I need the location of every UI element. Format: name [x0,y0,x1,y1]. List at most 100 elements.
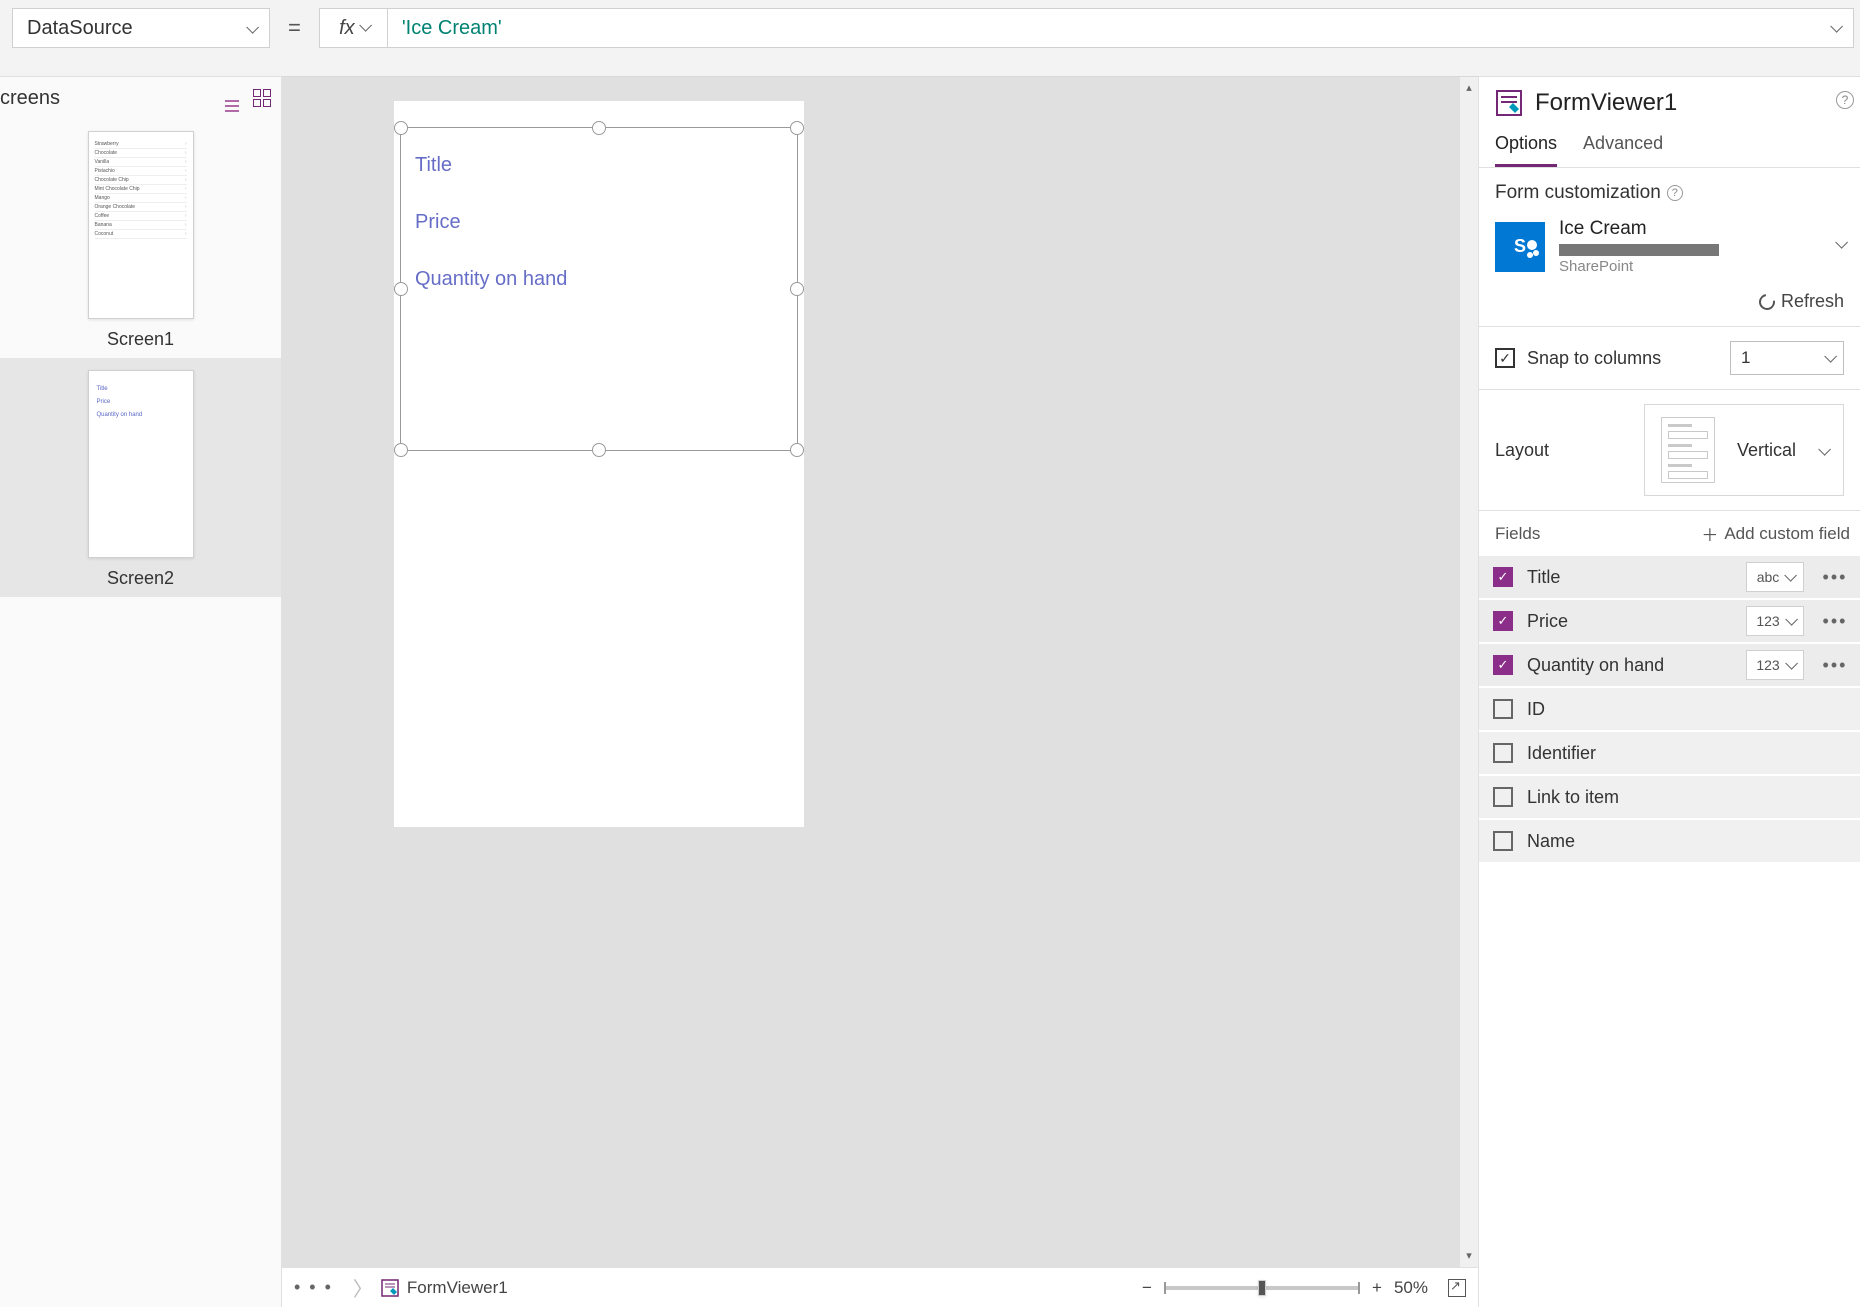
chevron-down-icon [246,17,255,40]
columns-select[interactable]: 1 [1730,341,1844,375]
zoom-out-button[interactable]: − [1138,1278,1156,1298]
chevron-down-icon [359,21,368,35]
chevron-down-icon [1835,236,1844,254]
form-icon [381,1279,399,1297]
field-row-price[interactable]: ✓ Price 123 ••• [1479,600,1860,644]
formula-text: 'Ice Cream' [402,17,502,40]
tab-options[interactable]: Options [1495,125,1557,167]
layout-label: Layout [1495,440,1549,461]
property-select[interactable]: DataSource [12,8,270,48]
screen1-label: Screen1 [0,329,281,350]
form-icon [1495,89,1523,117]
field-row-link[interactable]: Link to item [1479,776,1860,820]
properties-panel: FormViewer1 ? Options Advanced Form cust… [1478,76,1860,1307]
formviewer-selection[interactable]: Title Price Quantity on hand [400,127,798,451]
zoom-value: 50% [1394,1278,1428,1298]
screens-header: creens [0,77,281,119]
field-row-quantity[interactable]: ✓ Quantity on hand 123 ••• [1479,644,1860,688]
more-icon[interactable]: ••• [1818,655,1852,676]
fx-label: fx [339,17,355,40]
snap-label: Snap to columns [1527,348,1661,369]
scroll-up-icon[interactable]: ▴ [1460,77,1478,99]
formula-input[interactable]: 'Ice Cream' [387,8,1854,48]
breadcrumb-sep: 〉 [353,1273,373,1302]
datasource-name: Ice Cream [1559,218,1719,240]
field-checkbox[interactable] [1493,699,1513,719]
layout-picker[interactable]: Vertical [1644,404,1844,496]
field-checkbox[interactable] [1493,831,1513,851]
field-checkbox[interactable]: ✓ [1493,611,1513,631]
screen-thumb-screen2[interactable]: Title Price Quantity on hand Screen2 [0,358,281,597]
field-row-name[interactable]: Name [1479,820,1860,864]
tab-advanced[interactable]: Advanced [1583,125,1663,167]
field-checkbox[interactable]: ✓ [1493,655,1513,675]
datasource-account [1559,244,1719,256]
resize-handle[interactable] [790,443,804,457]
field-row-id[interactable]: ID [1479,688,1860,732]
snap-checkbox[interactable]: ✓ [1495,348,1515,368]
screen2-thumbnail: Title Price Quantity on hand [88,370,194,558]
more-icon[interactable]: • • • [294,1277,333,1298]
chevron-down-icon [1830,20,1839,36]
resize-handle[interactable] [790,121,804,135]
breadcrumb-selected[interactable]: FormViewer1 [407,1278,508,1298]
control-name: FormViewer1 [1535,89,1677,117]
plus-icon: ＋ [1701,521,1718,546]
field-checkbox[interactable]: ✓ [1493,567,1513,587]
field-type-select[interactable]: abc [1746,562,1804,592]
chevron-down-icon [1818,440,1827,461]
layout-section: Layout Vertical [1479,390,1860,511]
status-bar: • • • 〉 FormViewer1 − + 50% [282,1267,1478,1307]
screen-thumb-screen1[interactable]: Strawberry› Chocolate› Vanilla› Pistachi… [0,119,281,358]
scroll-down-icon[interactable]: ▾ [1460,1245,1478,1267]
chevron-down-icon [1785,613,1794,629]
datasource-info: Ice Cream SharePoint [1559,218,1719,275]
property-select-value: DataSource [27,17,133,40]
selected-control-title: FormViewer1 ? [1479,77,1860,125]
resize-handle[interactable] [394,443,408,457]
thumbnail-view-icon[interactable] [253,89,271,107]
resize-handle[interactable] [790,282,804,296]
add-custom-field-button[interactable]: ＋ Add custom field [1701,521,1850,546]
more-icon[interactable]: ••• [1818,611,1852,632]
field-type-select[interactable]: 123 [1746,650,1804,680]
tree-view-icon[interactable] [225,89,243,107]
layout-value: Vertical [1737,440,1796,461]
resize-handle[interactable] [394,282,408,296]
resize-handle[interactable] [394,121,408,135]
zoom-in-button[interactable]: + [1368,1278,1386,1298]
fx-dropdown[interactable]: fx [319,8,387,48]
screens-header-label: creens [0,87,60,110]
formula-bar: DataSource = fx 'Ice Cream' [0,0,1860,56]
app-canvas[interactable]: Title Price Quantity on hand [394,101,804,827]
field-row-identifier[interactable]: Identifier [1479,732,1860,776]
refresh-icon [1756,290,1778,312]
equals-label: = [288,8,301,48]
canvas-field-quantity[interactable]: Quantity on hand [401,260,797,299]
help-icon[interactable]: ? [1836,91,1854,109]
field-type-select[interactable]: 123 [1746,606,1804,636]
field-checkbox[interactable] [1493,787,1513,807]
canvas-field-title[interactable]: Title [401,146,797,185]
chevron-down-icon [1824,348,1833,368]
field-checkbox[interactable] [1493,743,1513,763]
resize-handle[interactable] [592,443,606,457]
datasource-picker[interactable]: S Ice Cream SharePoint [1495,218,1844,275]
chevron-down-icon [1784,569,1793,585]
snap-section: ✓ Snap to columns 1 [1479,327,1860,390]
help-icon[interactable]: ? [1667,185,1683,201]
canvas-scrollbar[interactable]: ▴ ▾ [1460,77,1478,1267]
expand-icon[interactable] [1448,1279,1466,1297]
screen2-label: Screen2 [0,568,281,589]
refresh-button[interactable]: Refresh [1495,275,1844,312]
form-customization-section: Form customization ? S Ice Cream SharePo… [1479,168,1860,327]
sharepoint-icon: S [1495,222,1545,272]
resize-handle[interactable] [592,121,606,135]
more-icon[interactable]: ••• [1818,567,1852,588]
property-tabs: Options Advanced [1479,125,1860,168]
zoom-slider[interactable] [1164,1286,1360,1290]
field-row-title[interactable]: ✓ Title abc ••• [1479,556,1860,600]
canvas-field-price[interactable]: Price [401,203,797,242]
canvas-area[interactable]: Title Price Quantity on hand ▴ ▾ [282,76,1478,1267]
fields-header: Fields ＋ Add custom field [1479,511,1860,556]
